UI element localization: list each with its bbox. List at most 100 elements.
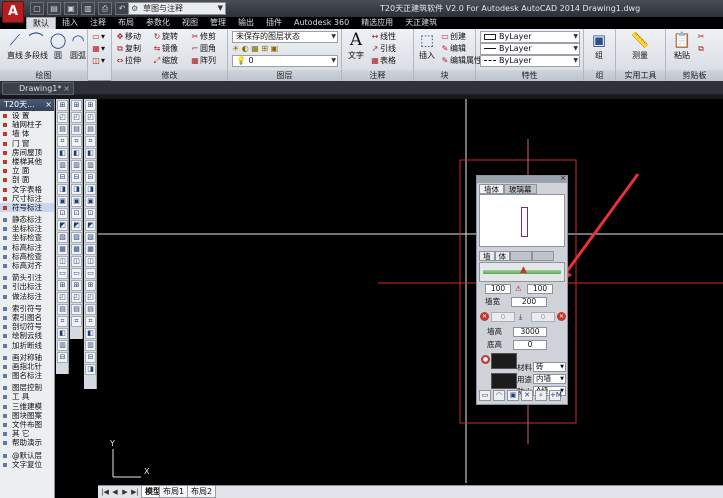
move-button[interactable]: ✥ 移动: [115, 31, 141, 43]
palette-tool-icon[interactable]: ▤: [85, 124, 96, 135]
tab-insert[interactable]: 插入: [56, 17, 84, 29]
tab-view[interactable]: 视图: [176, 17, 204, 29]
material-dropdown[interactable]: 砖 ▼: [533, 362, 566, 372]
palette-tool-icon[interactable]: ▣: [85, 196, 96, 207]
tab-curtain-wall[interactable]: 玻璃幕: [504, 184, 537, 194]
tab-annotate[interactable]: 注释: [84, 17, 112, 29]
left-offset-field[interactable]: 0: [491, 312, 515, 322]
file-tab-drawing1[interactable]: Drawing1* ×: [2, 82, 74, 95]
t20-menu-item[interactable]: 尺寸标注: [0, 194, 54, 203]
palette-tool-icon[interactable]: ◩: [57, 220, 68, 231]
palette-tool-icon[interactable]: ▭: [85, 268, 96, 279]
t20-menu-item[interactable]: 标高检查: [0, 252, 54, 261]
t20-menu-item[interactable]: 标高对齐: [0, 261, 54, 270]
palette-tool-icon[interactable]: ▧: [85, 232, 96, 243]
palette-tool-icon[interactable]: ⊞: [57, 280, 68, 291]
t20-menu-item[interactable]: 剖切符号: [0, 322, 54, 331]
t20-menu-item[interactable]: 坐标检查: [0, 233, 54, 242]
next-tab-icon[interactable]: ▶: [120, 487, 130, 497]
palette-tool-icon[interactable]: ⊟: [57, 172, 68, 183]
open-file-icon[interactable]: ▤: [47, 2, 61, 15]
pick-icon[interactable]: ⌕: [535, 390, 547, 401]
palette-tool-icon[interactable]: ◧: [57, 328, 68, 339]
rotate-button[interactable]: ↻ 旋转: [152, 31, 178, 43]
t20-menu-item[interactable]: 房间屋顶: [0, 148, 54, 157]
palette-tool-icon[interactable]: ◰: [71, 292, 82, 303]
palette-tool-icon[interactable]: ▣: [57, 196, 68, 207]
palette-tool-icon[interactable]: ▦: [57, 244, 68, 255]
last-tab-icon[interactable]: ▶|: [130, 487, 140, 497]
tab-featured-apps[interactable]: 精选应用: [355, 17, 399, 29]
lineweight-dropdown[interactable]: ByLayer ▼: [480, 43, 580, 55]
left-width-field[interactable]: 100: [485, 284, 511, 294]
tab-plugins[interactable]: 插件: [260, 17, 288, 29]
t20-menu-item[interactable]: 立 面: [0, 166, 54, 175]
annotation-group-title[interactable]: 注释: [342, 70, 413, 81]
insert-block-button[interactable]: ⬚ 插入: [415, 31, 439, 61]
t20-menu-item[interactable]: 工 具: [0, 392, 54, 401]
cut-button[interactable]: ✂: [696, 31, 706, 43]
palette-tool-icon[interactable]: ⊟: [85, 172, 96, 183]
trim-button[interactable]: ✂ 修剪: [190, 31, 216, 43]
palette-tool-icon[interactable]: ◩: [71, 220, 82, 231]
tab-autodesk-360[interactable]: Autodesk 360: [288, 17, 355, 29]
tab-tangent-architecture[interactable]: 天正建筑: [399, 17, 443, 29]
t20-menu-item[interactable]: 做法标注: [0, 292, 54, 301]
wall-offset-slider[interactable]: ▲: [479, 262, 565, 282]
draw-straight-wall-icon[interactable]: ▭: [479, 390, 491, 401]
clear-right-icon[interactable]: ✕: [557, 312, 566, 321]
height-field[interactable]: 3000: [513, 327, 547, 337]
layer-tools-row[interactable]: ☀ ◐ ▦ ⊞ ▣: [232, 43, 278, 55]
copy-button[interactable]: ⧉ 复制: [115, 43, 141, 55]
wall-width-field[interactable]: 200: [511, 297, 547, 307]
palette-tool-icon[interactable]: ▤: [71, 304, 82, 315]
region-button[interactable]: ◫▾: [91, 55, 105, 67]
t20-menu-item[interactable]: 文件布图: [0, 420, 54, 429]
palette-tool-icon[interactable]: ◧: [85, 148, 96, 159]
right-offset-field[interactable]: 0: [531, 312, 555, 322]
fillet-button[interactable]: ⌐ 圆角: [190, 43, 216, 55]
t20-menu-item[interactable]: 标高标注: [0, 243, 54, 252]
palette-tool-icon[interactable]: ⊞: [71, 100, 82, 111]
t20-menu-item[interactable]: 引出标注: [0, 282, 54, 291]
palette-tool-icon[interactable]: ◨: [85, 184, 96, 195]
t20-menu-item[interactable]: 三维建模: [0, 402, 54, 411]
mirror-button[interactable]: ⇋ 镜像: [152, 43, 178, 55]
palette-tool-icon[interactable]: ⊡: [57, 208, 68, 219]
t20-menu-item[interactable]: 索引符号: [0, 304, 54, 313]
palette-tool-icon[interactable]: ▦: [71, 244, 82, 255]
workspace-dropdown[interactable]: ⚙ 草图与注释 ▼: [128, 2, 226, 15]
leader-button[interactable]: ↗ 引线: [370, 43, 396, 55]
palette-tool-icon[interactable]: ⊡: [71, 208, 82, 219]
t20-menu-item[interactable]: 帮助演示: [0, 438, 54, 447]
palette-tool-icon[interactable]: ⊟: [85, 352, 96, 363]
palette-tool-icon[interactable]: ▥: [85, 340, 96, 351]
subtab-blank-1[interactable]: [510, 251, 532, 261]
t20-menu-item[interactable]: 图块图案: [0, 411, 54, 420]
edit-block-button[interactable]: ✎ 编辑: [440, 43, 466, 55]
palette-tool-icon[interactable]: ▥: [85, 160, 96, 171]
palette-tool-icon[interactable]: ⊡: [85, 208, 96, 219]
t20-menu-item[interactable]: 符号标注: [0, 202, 54, 213]
modify-group-title[interactable]: 修改: [112, 70, 227, 81]
draw-group-title[interactable]: 绘图: [0, 70, 87, 81]
right-width-field[interactable]: 100: [527, 284, 553, 294]
save-as-icon[interactable]: ▥: [81, 2, 95, 15]
subtab-blank-2[interactable]: [532, 251, 554, 261]
use-dropdown[interactable]: 内墙 ▼: [533, 374, 566, 384]
t20-menu-item[interactable]: 图层控制: [0, 383, 54, 392]
palette-tool-icon[interactable]: ◰: [71, 112, 82, 123]
tab-layout1[interactable]: 布局1: [159, 486, 189, 498]
snap-icon[interactable]: ✕: [521, 390, 533, 401]
stretch-button[interactable]: ⇔ 拉伸: [115, 55, 141, 67]
palette-tool-icon[interactable]: ⌗: [85, 316, 96, 327]
color-dropdown[interactable]: ByLayer ▼: [480, 31, 580, 43]
slider-knob[interactable]: ▲: [520, 265, 527, 275]
clear-left-icon[interactable]: ✕: [480, 312, 489, 321]
close-icon[interactable]: ×: [560, 174, 566, 182]
palette-tool-icon[interactable]: ▭: [71, 268, 82, 279]
pin-icon[interactable]: ⤓: [519, 311, 522, 323]
palette-tool-icon[interactable]: ◧: [71, 148, 82, 159]
hatch-button[interactable]: ▦▾: [91, 43, 105, 55]
close-icon[interactable]: ×: [45, 99, 52, 111]
